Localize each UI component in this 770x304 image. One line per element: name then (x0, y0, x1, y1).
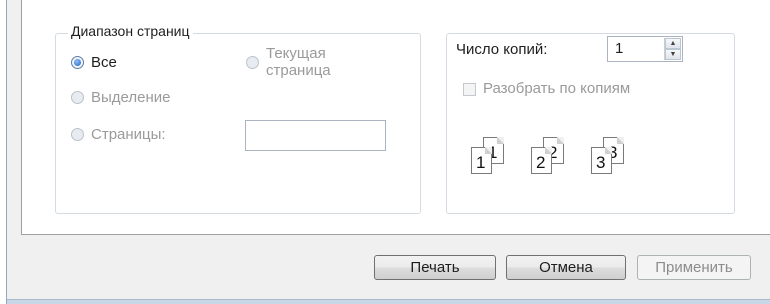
radio-all-label: Все (91, 54, 117, 71)
spin-buttons: ▲ ▼ (664, 38, 681, 60)
collate-checkbox-row[interactable]: Разобрать по копиям (463, 80, 630, 98)
radio-current-page-label: Текущая страница (266, 45, 331, 79)
radio-pages-indicator[interactable] (71, 128, 84, 141)
collate-page-front-1: 1 (471, 147, 492, 174)
radio-pages-label: Страницы: (91, 126, 166, 143)
radio-pages[interactable]: Страницы: (71, 126, 166, 144)
print-button[interactable]: Печать (374, 255, 496, 280)
cancel-button[interactable]: Отмена (506, 255, 626, 280)
spin-up-arrow-icon[interactable]: ▲ (665, 38, 681, 49)
window-frame-bottom (7, 299, 770, 304)
radio-current-page[interactable]: Текущая страница (246, 45, 356, 79)
radio-selection-label: Выделение (91, 89, 171, 106)
collate-page-front-3: 3 (591, 147, 612, 174)
collate-label: Разобрать по копиям (483, 80, 631, 97)
collate-checkbox[interactable] (463, 82, 476, 96)
apply-button[interactable]: Применить (637, 255, 751, 280)
collate-pages-icon: 1 1 2 2 3 3 (466, 134, 636, 192)
spin-down-arrow-icon[interactable]: ▼ (665, 49, 681, 60)
copies-count-label: Число копий: (456, 41, 548, 58)
radio-selection[interactable]: Выделение (71, 89, 170, 107)
collate-page-front-2: 2 (531, 147, 552, 174)
radio-all-indicator[interactable] (71, 56, 84, 69)
pages-input[interactable] (245, 120, 386, 151)
radio-all[interactable]: Все (71, 54, 117, 72)
page-range-legend: Диапазон страниц (68, 23, 193, 39)
copies-spinner[interactable]: 1 ▲ ▼ (607, 36, 683, 62)
copies-value[interactable]: 1 (615, 40, 623, 57)
radio-selection-indicator[interactable] (71, 91, 84, 104)
radio-current-page-indicator[interactable] (246, 56, 259, 69)
